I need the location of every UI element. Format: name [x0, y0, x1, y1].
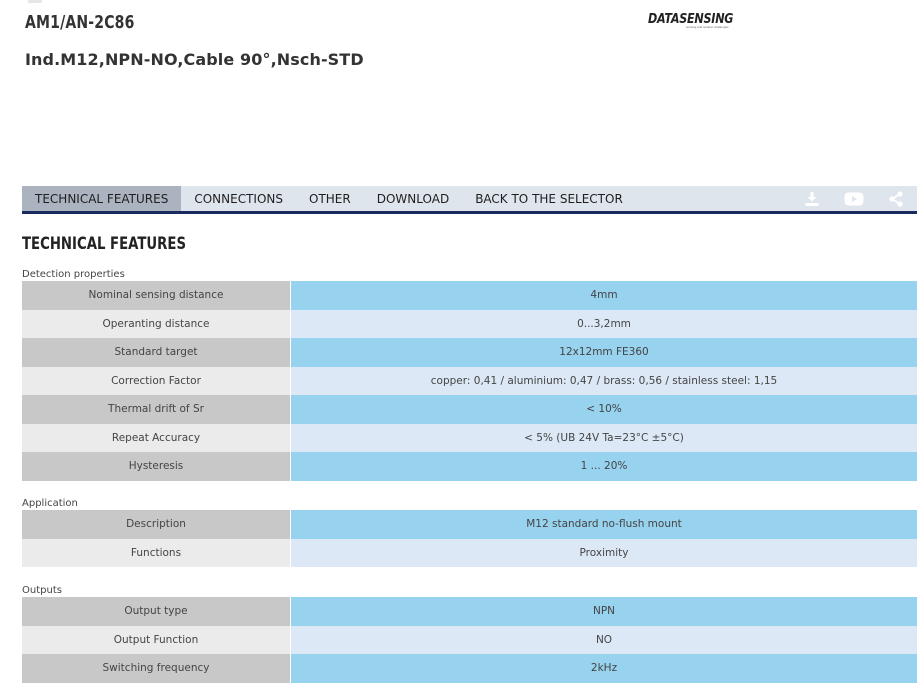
section-title: TECHNICAL FEATURES — [22, 234, 187, 254]
row-label: Switching frequency — [22, 654, 290, 683]
group-title: Application — [22, 498, 78, 509]
group-title: Outputs — [22, 585, 62, 596]
row-value: copper: 0,41 / aluminium: 0,47 / brass: … — [291, 366, 917, 395]
youtube-icon[interactable] — [833, 186, 875, 211]
row-value: 1 ... 20% — [291, 452, 917, 481]
row-label: Operanting distance — [22, 309, 290, 338]
row-value: NO — [291, 625, 917, 654]
product-code: AM1/AN-2C86 — [25, 12, 135, 33]
outputs-group: Outputs Output type NPN Output Function … — [22, 584, 917, 683]
product-description: Ind.M12,NPN-NO,Cable 90°,Nsch-STD — [25, 50, 364, 69]
row-label: Output type — [22, 597, 290, 626]
datasensing-logo: DATASENSING sensing and solution challen… — [648, 10, 740, 34]
download-icon[interactable] — [791, 186, 833, 211]
logo-tagline: sensing and solution challenges — [686, 25, 729, 29]
detection-properties-group: Detection properties Nominal sensing dis… — [22, 268, 917, 481]
row-label: Repeat Accuracy — [22, 423, 290, 452]
table-row: Nominal sensing distance 4mm — [22, 281, 917, 310]
top-divider — [28, 0, 42, 3]
row-label: Correction Factor — [22, 366, 290, 395]
row-value: 12x12mm FE360 — [291, 338, 917, 367]
application-group: Application Description M12 standard no-… — [22, 497, 917, 567]
table-row: Switching frequency 2kHz — [22, 654, 917, 683]
row-label: Standard target — [22, 338, 290, 367]
row-label: Thermal drift of Sr — [22, 395, 290, 424]
table-row: Output type NPN — [22, 597, 917, 626]
row-value: 2kHz — [291, 654, 917, 683]
table-row: Output Function NO — [22, 625, 917, 654]
table-row: Standard target 12x12mm FE360 — [22, 338, 917, 367]
table-row: Functions Proximity — [22, 538, 917, 567]
row-label: Functions — [22, 538, 290, 567]
outputs-table: Output type NPN Output Function NO Switc… — [22, 597, 917, 683]
table-row: Operanting distance 0...3,2mm — [22, 309, 917, 338]
row-label: Output Function — [22, 625, 290, 654]
row-label: Hysteresis — [22, 452, 290, 481]
row-value: Proximity — [291, 538, 917, 567]
tab-icon-group — [791, 186, 917, 211]
row-label: Description — [22, 510, 290, 539]
tab-technical-features[interactable]: TECHNICAL FEATURES — [22, 186, 182, 211]
table-row: Repeat Accuracy < 5% (UB 24V Ta=23°C ±5°… — [22, 423, 917, 452]
row-value: < 10% — [291, 395, 917, 424]
row-label: Nominal sensing distance — [22, 281, 290, 310]
detection-table: Nominal sensing distance 4mm Operanting … — [22, 281, 917, 481]
group-title: Detection properties — [22, 269, 125, 280]
application-table: Description M12 standard no-flush mount … — [22, 510, 917, 567]
row-value: M12 standard no-flush mount — [291, 510, 917, 539]
tab-bar: TECHNICAL FEATURES CONNECTIONS OTHER DOW… — [22, 186, 917, 214]
row-value: < 5% (UB 24V Ta=23°C ±5°C) — [291, 423, 917, 452]
tab-download[interactable]: DOWNLOAD — [364, 186, 462, 211]
table-row: Hysteresis 1 ... 20% — [22, 452, 917, 481]
row-value: 0...3,2mm — [291, 309, 917, 338]
tab-connections[interactable]: CONNECTIONS — [181, 186, 296, 211]
table-row: Description M12 standard no-flush mount — [22, 510, 917, 539]
row-value: 4mm — [291, 281, 917, 310]
share-icon[interactable] — [875, 186, 917, 211]
table-row: Thermal drift of Sr < 10% — [22, 395, 917, 424]
tab-back-to-selector[interactable]: BACK TO THE SELECTOR — [462, 186, 636, 211]
table-row: Correction Factor copper: 0,41 / alumini… — [22, 366, 917, 395]
row-value: NPN — [291, 597, 917, 626]
tab-other[interactable]: OTHER — [296, 186, 364, 211]
